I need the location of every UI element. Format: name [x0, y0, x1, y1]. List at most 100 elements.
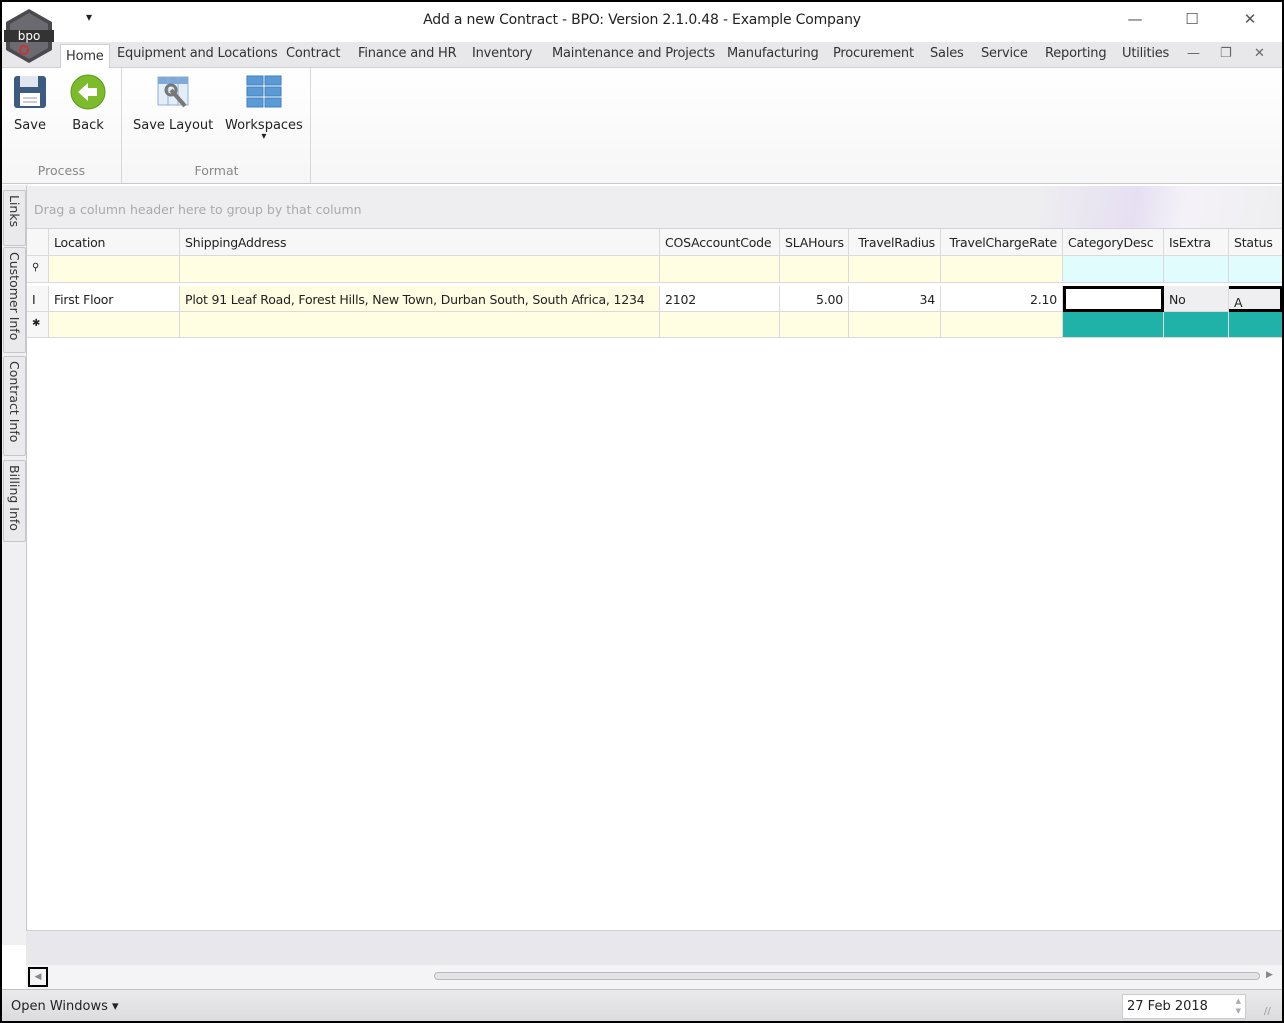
- cell-travelchargerate[interactable]: 2.10: [941, 286, 1063, 312]
- floppy-disk-icon: [14, 76, 46, 108]
- date-spinner[interactable]: 27 Feb 2018 ▲ ▼: [1122, 994, 1246, 1019]
- scroll-left-icon[interactable]: ◀: [28, 967, 48, 987]
- back-button[interactable]: Back: [70, 74, 106, 133]
- open-windows-menu[interactable]: Open Windows ▾: [11, 999, 119, 1014]
- mdi-close-button[interactable]: ✕: [1254, 46, 1265, 61]
- filter-cell[interactable]: [660, 256, 780, 283]
- save-layout-button[interactable]: Save Layout: [133, 74, 213, 133]
- filter-cell[interactable]: [1063, 256, 1164, 283]
- date-value: 27 Feb 2018: [1127, 999, 1208, 1014]
- edit-row-icon: I: [27, 286, 49, 312]
- tab-inventory[interactable]: Inventory: [472, 46, 532, 61]
- filter-cell[interactable]: [780, 256, 849, 283]
- workspaces-button[interactable]: Workspaces ▾: [225, 74, 303, 142]
- scrollbar-thumb[interactable]: [434, 972, 1260, 980]
- tab-procurement[interactable]: Procurement: [833, 46, 914, 61]
- header-indicator: [27, 229, 49, 256]
- new-row-cell[interactable]: [780, 312, 849, 338]
- new-row-cell[interactable]: [849, 312, 941, 338]
- tab-equipment-and-locations[interactable]: Equipment and Locations: [117, 46, 278, 61]
- tab-reporting[interactable]: Reporting: [1045, 46, 1107, 61]
- new-row-cell[interactable]: [49, 312, 180, 338]
- cell-status[interactable]: A: [1229, 286, 1282, 312]
- cell-slahours[interactable]: 5.00: [780, 286, 849, 312]
- back-arrow-icon: [70, 74, 106, 110]
- side-tab-contract-info[interactable]: Contract Info: [3, 356, 26, 456]
- side-tab-label: Links: [7, 195, 22, 228]
- cell-shippingaddress[interactable]: Plot 91 Leaf Road, Forest Hills, New Tow…: [180, 286, 660, 312]
- spinner-arrows-icon[interactable]: ▲ ▼: [1236, 996, 1241, 1016]
- tab-service[interactable]: Service: [981, 46, 1028, 61]
- ribbon: Save Back Process Save Layout Workspaces…: [2, 68, 1282, 184]
- close-button[interactable]: ✕: [1235, 10, 1265, 32]
- tab-utilities[interactable]: Utilities: [1122, 46, 1169, 61]
- tab-contract[interactable]: Contract: [286, 46, 341, 61]
- locations-grid: Drag a column header here to group by th…: [26, 186, 1282, 930]
- new-row-cell[interactable]: [941, 312, 1063, 338]
- tab-sales[interactable]: Sales: [930, 46, 964, 61]
- workspaces-grid-icon: [246, 75, 282, 108]
- new-row-cell[interactable]: [1063, 312, 1164, 338]
- ribbon-group-process: Save Back Process: [2, 68, 122, 183]
- side-tab-billing-info[interactable]: Billing Info: [3, 460, 26, 542]
- column-header-slahours[interactable]: SLAHours: [780, 229, 849, 256]
- column-header-location[interactable]: Location: [49, 229, 180, 256]
- new-row-cell[interactable]: [1164, 312, 1229, 338]
- cell-categorydesc[interactable]: [1063, 286, 1164, 312]
- new-row-cell[interactable]: [1229, 312, 1282, 338]
- new-row-cell[interactable]: [660, 312, 780, 338]
- cell-location[interactable]: First Floor: [49, 286, 180, 312]
- column-header-isextra[interactable]: IsExtra: [1164, 229, 1229, 256]
- scroll-right-icon[interactable]: ▶: [1266, 970, 1273, 980]
- filter-cell[interactable]: [941, 256, 1063, 283]
- quick-access-dropdown[interactable]: ▾: [86, 10, 92, 24]
- tab-home[interactable]: Home: [60, 44, 110, 69]
- application-window: Add a new Contract - BPO: Version 2.1.0.…: [2, 2, 1282, 1021]
- mdi-restore-button[interactable]: ❐: [1220, 46, 1232, 61]
- title-bar: Add a new Contract - BPO: Version 2.1.0.…: [2, 2, 1282, 42]
- status-bar: Open Windows ▾ 27 Feb 2018 ▲ ▼ //: [2, 989, 1282, 1021]
- maximize-button[interactable]: ☐: [1177, 10, 1207, 32]
- side-tab-links[interactable]: Links: [3, 190, 26, 246]
- side-tab-label: Contract Info: [7, 361, 22, 443]
- side-tab-customer-info[interactable]: Customer Info: [3, 247, 26, 353]
- tab-maintenance-and-projects[interactable]: Maintenance and Projects: [552, 46, 715, 61]
- new-row-icon: ✱: [27, 312, 49, 338]
- new-row-cell[interactable]: [180, 312, 660, 338]
- save-button[interactable]: Save: [12, 74, 48, 133]
- filter-cell[interactable]: [180, 256, 660, 283]
- filter-cell[interactable]: [1164, 256, 1229, 283]
- mdi-minimize-button[interactable]: —: [1187, 46, 1200, 61]
- column-header-status[interactable]: Status: [1229, 229, 1282, 256]
- column-header-travelchargerate[interactable]: TravelChargeRate: [941, 229, 1063, 256]
- menu-tabs: Home Equipment and Locations Contract Finan…: [2, 42, 1282, 69]
- column-header-categorydesc[interactable]: CategoryDesc: [1063, 229, 1164, 256]
- header-row: Location ShippingAddress COSAccountCode SLA…: [27, 229, 1282, 256]
- side-tab-label: Customer Info: [7, 252, 22, 341]
- column-header-shippingaddress[interactable]: ShippingAddress: [180, 229, 660, 256]
- filter-cell[interactable]: [49, 256, 180, 283]
- filter-cell[interactable]: [849, 256, 941, 283]
- resize-grip-icon[interactable]: //: [1264, 1006, 1271, 1017]
- svg-text:bpo: bpo: [18, 29, 41, 43]
- group-label: Process: [37, 163, 86, 178]
- cell-travelradius[interactable]: 34: [849, 286, 941, 312]
- minimize-button[interactable]: —: [1120, 10, 1150, 32]
- chevron-down-icon: ▾: [261, 131, 267, 142]
- filter-icon: ⚲: [27, 256, 49, 283]
- ribbon-group-format: Save Layout Workspaces ▾ Format: [123, 68, 311, 183]
- tab-finance-and-hr[interactable]: Finance and HR: [358, 46, 457, 61]
- column-header-travelradius[interactable]: TravelRadius: [849, 229, 941, 256]
- side-tab-label: Billing Info: [7, 465, 22, 531]
- horizontal-scrollbar[interactable]: ◀ ▶: [26, 965, 1282, 989]
- filter-row: ⚲: [27, 256, 1282, 283]
- window-title: Add a new Contract - BPO: Version 2.1.0.…: [423, 12, 861, 28]
- filter-cell[interactable]: [1229, 256, 1282, 283]
- cell-cosaccountcode[interactable]: 2102: [660, 286, 780, 312]
- side-tabs: Links Customer Info Contract Info Billing I…: [2, 185, 28, 945]
- column-header-cosaccountcode[interactable]: COSAccountCode: [660, 229, 780, 256]
- tab-manufacturing[interactable]: Manufacturing: [727, 46, 819, 61]
- bpo-logo[interactable]: bpo: [4, 8, 54, 64]
- grid-wrench-icon: [157, 76, 189, 108]
- cell-isextra[interactable]: No: [1164, 286, 1229, 312]
